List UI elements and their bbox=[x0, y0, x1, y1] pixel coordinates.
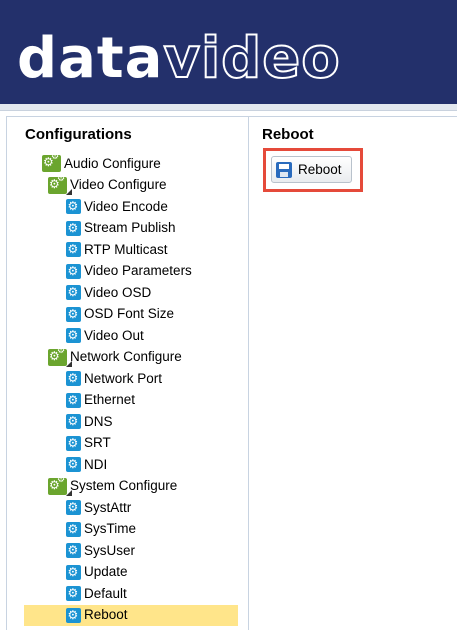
tree-item-label: Video Encode bbox=[84, 198, 168, 214]
tree-item-label: SysTime bbox=[84, 521, 137, 537]
tree-item-label: Network Configure bbox=[70, 349, 182, 365]
gears-icon bbox=[48, 347, 67, 366]
tree-item-dns[interactable]: DNS bbox=[7, 411, 250, 433]
tree-item-video-osd[interactable]: Video OSD bbox=[7, 282, 250, 304]
tree-item-systattr[interactable]: SystAttr bbox=[7, 497, 250, 519]
tree-item-video-out[interactable]: Video Out bbox=[7, 325, 250, 347]
tree-item-label: Update bbox=[84, 564, 128, 580]
gear-icon bbox=[66, 199, 81, 215]
tree-item-label: System Configure bbox=[70, 478, 178, 494]
tree-item-label: RTP Multicast bbox=[84, 241, 168, 257]
gear-icon bbox=[66, 500, 81, 516]
gear-icon bbox=[66, 242, 81, 258]
selection-highlight bbox=[24, 604, 238, 626]
tree-item-video-configure[interactable]: Video Configure bbox=[7, 175, 250, 197]
gears-icon bbox=[48, 175, 67, 194]
configurations-title: Configurations bbox=[25, 126, 132, 143]
tree-item-label: Reboot bbox=[84, 607, 128, 623]
gear-icon bbox=[66, 263, 81, 279]
gear-icon bbox=[66, 306, 81, 322]
header-divider bbox=[0, 104, 457, 111]
tree-item-stream-publish[interactable]: Stream Publish bbox=[7, 218, 250, 240]
configuration-tree: Audio Configure Video Configure Video Enco… bbox=[7, 153, 250, 626]
gears-icon bbox=[48, 476, 67, 495]
tree-item-rtp-multicast[interactable]: RTP Multicast bbox=[7, 239, 250, 261]
tree-item-label: DNS bbox=[84, 413, 113, 429]
gear-icon bbox=[66, 435, 81, 451]
tree-item-label: Stream Publish bbox=[84, 220, 176, 236]
tree-item-video-encode[interactable]: Video Encode bbox=[7, 196, 250, 218]
tree-item-system-configure[interactable]: System Configure bbox=[7, 476, 250, 498]
main-area: Configurations Audio Configure Video Conf… bbox=[6, 116, 457, 630]
gear-icon bbox=[66, 607, 81, 623]
gear-icon bbox=[66, 521, 81, 537]
tree-item-label: Video Parameters bbox=[84, 263, 192, 279]
reboot-highlight-box: Reboot bbox=[263, 148, 363, 192]
tree-item-label: Audio Configure bbox=[64, 155, 161, 171]
gear-icon bbox=[66, 285, 81, 301]
tree-item-reboot[interactable]: Reboot bbox=[7, 604, 250, 627]
reboot-panel: Reboot Reboot bbox=[249, 116, 457, 630]
gear-icon bbox=[66, 543, 81, 559]
tree-item-update[interactable]: Update bbox=[7, 562, 250, 584]
tree-item-label: SystAttr bbox=[84, 499, 132, 515]
tree-item-ndi[interactable]: NDI bbox=[7, 454, 250, 476]
reboot-button[interactable]: Reboot bbox=[271, 156, 352, 183]
gear-icon bbox=[66, 371, 81, 387]
tree-item-label: OSD Font Size bbox=[84, 306, 175, 322]
tree-item-osd-font-size[interactable]: OSD Font Size bbox=[7, 304, 250, 326]
gear-icon bbox=[66, 220, 81, 236]
tree-item-sysuser[interactable]: SysUser bbox=[7, 540, 250, 562]
save-icon bbox=[276, 161, 292, 178]
gear-icon bbox=[66, 392, 81, 408]
logo-light-text: video bbox=[162, 25, 341, 92]
header: datavideo bbox=[0, 0, 457, 105]
tree-item-audio-configure[interactable]: Audio Configure bbox=[7, 153, 250, 175]
reboot-button-label: Reboot bbox=[298, 162, 342, 177]
tree-item-label: Default bbox=[84, 585, 127, 601]
reboot-panel-title: Reboot bbox=[262, 126, 314, 143]
tree-item-label: SRT bbox=[84, 435, 111, 451]
tree-item-srt[interactable]: SRT bbox=[7, 433, 250, 455]
gear-icon bbox=[66, 414, 81, 430]
tree-item-ethernet[interactable]: Ethernet bbox=[7, 390, 250, 412]
configurations-panel: Configurations Audio Configure Video Conf… bbox=[6, 116, 249, 630]
gear-icon bbox=[66, 457, 81, 473]
tree-item-default[interactable]: Default bbox=[7, 583, 250, 605]
tree-item-label: NDI bbox=[84, 456, 108, 472]
tree-item-label: Ethernet bbox=[84, 392, 136, 408]
tree-item-label: Video Configure bbox=[70, 177, 167, 193]
gears-icon bbox=[42, 153, 61, 173]
tree-item-label: SysUser bbox=[84, 542, 136, 558]
tree-item-label: Video Out bbox=[84, 327, 144, 343]
datavideo-logo: datavideo bbox=[17, 16, 341, 102]
gear-icon bbox=[66, 328, 81, 344]
logo-bold-text: data bbox=[17, 26, 164, 91]
gear-icon bbox=[66, 586, 81, 602]
tree-item-video-parameters[interactable]: Video Parameters bbox=[7, 261, 250, 283]
tree-item-label: Network Port bbox=[84, 370, 163, 386]
tree-item-label: Video OSD bbox=[84, 284, 152, 300]
tree-item-network-port[interactable]: Network Port bbox=[7, 368, 250, 390]
tree-item-systime[interactable]: SysTime bbox=[7, 519, 250, 541]
tree-item-network-configure[interactable]: Network Configure bbox=[7, 347, 250, 369]
gear-icon bbox=[66, 564, 81, 580]
